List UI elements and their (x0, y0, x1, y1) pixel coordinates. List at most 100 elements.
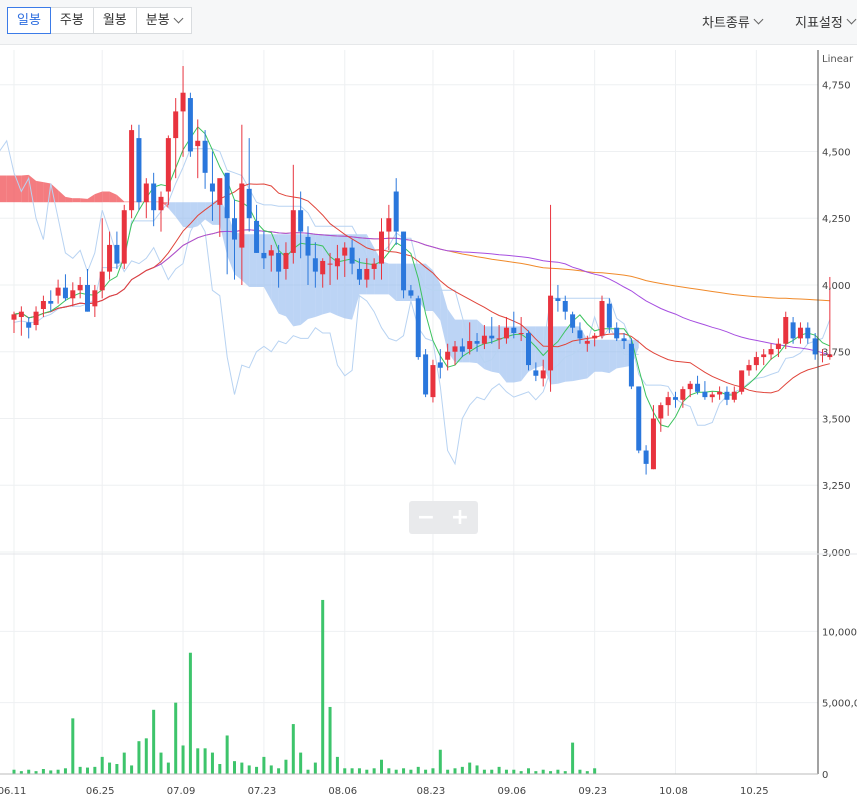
candle-body (548, 295, 554, 371)
volume-bar (233, 761, 236, 774)
plus-icon[interactable]: + (443, 501, 477, 534)
volume-bars (12, 599, 597, 774)
candle-body (430, 365, 436, 398)
volume-bar (475, 765, 479, 774)
candle-body (62, 287, 68, 299)
volume-bar (144, 738, 148, 774)
cloud-segment (65, 196, 73, 203)
time-tick-label: 08.06 (328, 786, 357, 797)
grid (0, 50, 818, 775)
volume-bar (446, 769, 450, 774)
candle-body (283, 252, 289, 269)
volume-bar (490, 769, 494, 774)
candle-body (496, 338, 502, 340)
volume-bar (409, 769, 413, 774)
volume-tick-label: 10,000,0 (822, 627, 857, 638)
candle-body (680, 389, 686, 400)
volume-bar (159, 752, 163, 774)
cloud-segment (337, 234, 345, 319)
candle-body (334, 258, 340, 267)
candle-body (643, 450, 649, 464)
volume-bar (578, 769, 582, 774)
volume-bar (350, 768, 354, 774)
volume-bar (321, 599, 325, 774)
candle-body (298, 210, 304, 232)
time-tick-label: 10.08 (659, 786, 688, 797)
volume-bar (262, 756, 266, 774)
candle-body (129, 130, 135, 211)
cloud-segment (344, 234, 353, 320)
candle-body (621, 338, 627, 342)
volume-bar (438, 749, 442, 774)
candle-body (673, 397, 678, 400)
candle-body (224, 172, 230, 219)
volume-bar (218, 764, 222, 774)
candle-body (731, 391, 737, 400)
scale-label[interactable]: Linear (822, 54, 854, 65)
volume-bar (122, 752, 126, 774)
candle-body (165, 138, 171, 192)
stock-chart[interactable]: 3,0003,2503,5003,7504,0004,2504,5004,750… (0, 0, 857, 806)
cloud-segment (58, 190, 66, 203)
candle-body (489, 335, 495, 339)
candle-body (452, 346, 458, 352)
volume-bar (497, 766, 501, 774)
candle-body (592, 335, 598, 339)
candle-body (261, 252, 267, 259)
volume-bar (593, 768, 597, 774)
volume-bar (174, 702, 178, 774)
candle-body (379, 231, 384, 264)
volume-bar (240, 762, 244, 774)
cloud-segment (109, 191, 117, 203)
candle-body (312, 258, 318, 272)
time-tick-label: 07.23 (248, 786, 277, 797)
candle-body (276, 252, 282, 272)
volume-bar (372, 768, 376, 774)
candle-body (158, 196, 164, 211)
candle-body (474, 341, 480, 344)
cloud-segment (557, 326, 566, 384)
zoom-control: − + (409, 501, 478, 534)
candle-body (305, 236, 311, 256)
candle-body (246, 188, 252, 219)
volume-bar (78, 766, 82, 774)
volume-bar (416, 766, 420, 774)
candle-body (783, 317, 789, 344)
candle-body (717, 391, 723, 395)
volume-bar (387, 768, 391, 774)
cloud-segment (602, 339, 610, 374)
candle-body (232, 218, 237, 240)
volume-bar (424, 769, 428, 774)
candle-body (26, 322, 32, 328)
candle-body (356, 268, 362, 280)
volume-bar (255, 766, 259, 774)
axes: 3,0003,2503,5003,7504,0004,2504,5004,750… (0, 50, 857, 797)
volume-bar (277, 768, 281, 774)
candle-body (702, 391, 708, 398)
cloud-segment (168, 202, 176, 217)
candle-body (290, 210, 296, 253)
candle-body (797, 327, 803, 339)
candle-body (555, 298, 561, 301)
volume-bar (41, 769, 45, 774)
candle-body (99, 271, 105, 291)
cloud-segment (36, 180, 44, 203)
volume-bar (93, 766, 97, 774)
volume-bar (527, 768, 530, 774)
tab-daily[interactable]: 일봉 (7, 7, 51, 34)
tab-daily-label: 일봉 (17, 13, 41, 28)
time-tick-label: 09.23 (578, 786, 607, 797)
candle-body (70, 290, 76, 299)
cloud-segment (330, 234, 338, 316)
candle-body (143, 183, 149, 203)
candle-body (753, 357, 759, 366)
candle-body (364, 268, 370, 280)
candle-body (562, 300, 568, 312)
volume-bar (56, 769, 60, 774)
price-tick-label: 3,750 (822, 348, 851, 359)
minus-icon[interactable]: − (409, 501, 443, 534)
volume-bar (284, 759, 288, 774)
candle-body (746, 365, 752, 371)
candle-body (584, 341, 590, 344)
volume-bar (49, 770, 53, 774)
